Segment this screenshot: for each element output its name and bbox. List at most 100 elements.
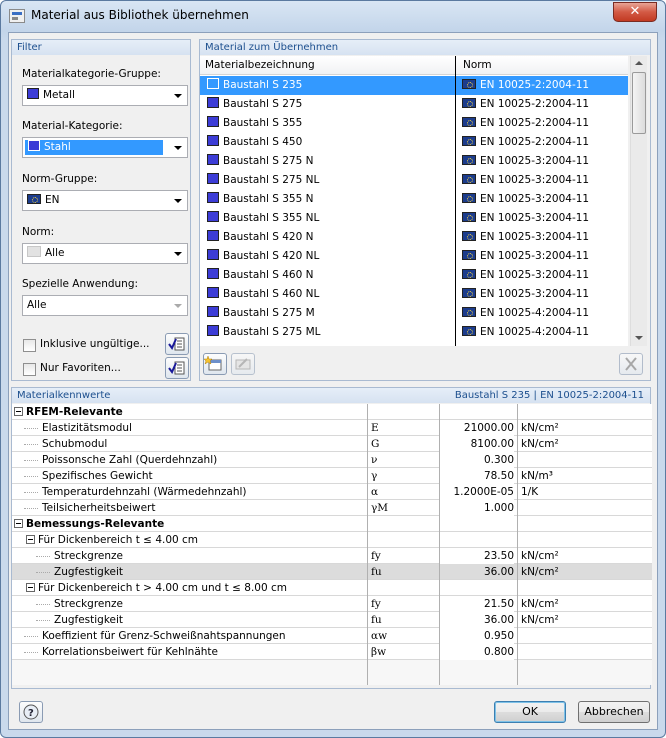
material-row[interactable]: Baustahl S 355 N EN 10025-3:2004-11 (200, 190, 628, 209)
steel-swatch-icon (207, 230, 219, 241)
property-row[interactable]: Zugfestigkeit fu 36.00 kN/cm² (12, 564, 652, 580)
property-row[interactable]: Temperaturdehnzahl (Wärmedehnzahl) α 1.200… (12, 484, 652, 500)
material-row[interactable]: Baustahl S 450 EN 10025-2:2004-11 (200, 133, 628, 152)
material-name: Baustahl S 460 NL (223, 288, 320, 300)
material-name: Baustahl S 275 ML (223, 326, 321, 338)
property-row[interactable]: Streckgrenze fy 21.50 kN/cm² (12, 596, 652, 612)
property-value[interactable]: 21.50 (440, 596, 514, 612)
property-value[interactable]: 0.300 (440, 452, 514, 468)
material-row[interactable]: Baustahl S 275 EN 10025-2:2004-11 (200, 95, 628, 114)
scroll-down-icon[interactable] (635, 336, 643, 340)
property-value[interactable]: 1.2000E-05 (440, 484, 514, 500)
col-header-name[interactable]: Materialbezeichnung (205, 59, 315, 71)
material-name: Baustahl S 460 N (223, 269, 314, 281)
close-button[interactable]: ✕ (613, 2, 657, 22)
property-row[interactable]: Teilsicherheitsbeiwert γM 1.000 (12, 500, 652, 516)
chevron-down-icon (174, 199, 182, 203)
materials-header: Material zum Übernehmen (200, 40, 650, 55)
property-group-row[interactable]: RFEM-Relevante (12, 404, 652, 420)
property-value[interactable]: 23.50 (440, 548, 514, 564)
material-row[interactable]: Baustahl S 420 NL EN 10025-3:2004-11 (200, 247, 628, 266)
eu-flag-icon (462, 155, 476, 165)
materials-pane: Material zum Übernehmen Materialbezeichn… (199, 39, 651, 381)
tree-connector (36, 604, 50, 605)
property-group-row[interactable]: Bemessungs-Relevante (12, 516, 652, 532)
material-name: Baustahl S 275 M (223, 307, 315, 319)
material-norm: EN 10025-2:2004-11 (480, 79, 590, 91)
delete-material-button[interactable] (619, 353, 643, 375)
blank-swatch-icon (27, 246, 41, 257)
material-name: Baustahl S 275 N (223, 155, 314, 167)
property-value[interactable]: 8100.00 (440, 436, 514, 452)
tree-connector (24, 492, 38, 493)
include-invalid-settings-button[interactable] (165, 333, 189, 355)
ok-button[interactable]: OK (494, 701, 566, 723)
property-subgroup-row[interactable]: Für Dickenbereich t > 4.00 cm und t ≤ 8.… (12, 580, 652, 596)
property-unit: kN/cm² (521, 438, 559, 450)
property-row[interactable]: Spezifisches Gewicht γ 78.50 kN/m³ (12, 468, 652, 484)
norm-group-select[interactable]: EN (22, 190, 188, 211)
property-row[interactable]: Poissonsche Zahl (Querdehnzahl) ν 0.300 (12, 452, 652, 468)
property-value[interactable]: 0.950 (440, 628, 514, 644)
col-header-norm[interactable]: Norm (463, 59, 492, 71)
steel-swatch-icon (207, 97, 219, 108)
material-row[interactable]: Baustahl S 355 EN 10025-2:2004-11 (200, 114, 628, 133)
material-row[interactable]: Baustahl S 460 NL EN 10025-3:2004-11 (200, 285, 628, 304)
title-bar[interactable]: Material aus Bibliothek übernehmen ✕ (1, 1, 665, 31)
property-name: Streckgrenze (54, 550, 124, 562)
scroll-thumb[interactable] (632, 72, 646, 134)
help-button[interactable]: ? (19, 701, 43, 723)
material-row[interactable]: Baustahl S 275 N EN 10025-3:2004-11 (200, 152, 628, 171)
material-row[interactable]: Baustahl S 460 N EN 10025-3:2004-11 (200, 266, 628, 285)
eu-flag-icon (462, 269, 476, 279)
category-select[interactable]: Stahl (22, 137, 188, 158)
material-row[interactable]: Baustahl S 275 NL EN 10025-3:2004-11 (200, 171, 628, 190)
tree-connector (36, 572, 50, 573)
edit-material-button[interactable] (231, 353, 255, 375)
material-row[interactable]: Baustahl S 235 EN 10025-2:2004-11 (200, 76, 628, 95)
add-to-library-button[interactable] (203, 353, 227, 375)
property-symbol: γM (371, 502, 389, 514)
property-value[interactable]: 36.00 (440, 564, 514, 580)
material-row[interactable]: Baustahl S 275 M EN 10025-4:2004-11 (200, 304, 628, 323)
property-value[interactable]: 1.000 (440, 500, 514, 516)
property-value[interactable]: 78.50 (440, 468, 514, 484)
property-row[interactable]: Streckgrenze fy 23.50 kN/cm² (12, 548, 652, 564)
tree-connector (24, 444, 38, 445)
property-row[interactable]: Korrelationsbeiwert für Kehlnähte βw 0.800 (12, 644, 652, 660)
property-row[interactable]: Koeffizient für Grenz-Schweißnahtspannun… (12, 628, 652, 644)
collapse-icon[interactable] (14, 519, 23, 528)
property-value[interactable]: 36.00 (440, 612, 514, 628)
column-divider (517, 404, 518, 685)
norm-select[interactable]: Alle (22, 243, 188, 264)
collapse-icon[interactable] (26, 535, 35, 544)
material-row[interactable]: Baustahl S 275 ML EN 10025-4:2004-11 (200, 323, 628, 342)
cancel-button[interactable]: Abbrechen (578, 701, 650, 723)
special-select[interactable]: Alle (22, 295, 188, 316)
category-group-select[interactable]: Metall (22, 85, 188, 106)
scroll-up-icon[interactable] (635, 61, 643, 65)
property-row[interactable]: Elastizitätsmodul E 21000.00 kN/cm² (12, 420, 652, 436)
only-favorites-checkbox[interactable] (23, 363, 36, 376)
materials-scrollbar[interactable] (630, 56, 647, 346)
include-invalid-checkbox[interactable] (23, 339, 36, 352)
property-symbol: fu (371, 566, 382, 578)
eu-flag-icon (462, 307, 476, 317)
material-norm: EN 10025-2:2004-11 (480, 98, 590, 110)
property-row[interactable]: Zugfestigkeit fu 36.00 kN/cm² (12, 612, 652, 628)
property-row[interactable]: Schubmodul G 8100.00 kN/cm² (12, 436, 652, 452)
collapse-icon[interactable] (14, 407, 23, 416)
property-unit: kN/cm² (521, 598, 559, 610)
norm-group-label: Norm-Gruppe: (22, 173, 98, 185)
property-subgroup-row[interactable]: Für Dickenbereich t ≤ 4.00 cm (12, 532, 652, 548)
property-value[interactable]: 21000.00 (440, 420, 514, 436)
collapse-icon[interactable] (26, 583, 35, 592)
property-value[interactable]: 0.800 (440, 644, 514, 660)
material-norm: EN 10025-3:2004-11 (480, 193, 590, 205)
property-name: Korrelationsbeiwert für Kehlnähte (42, 646, 218, 658)
material-norm: EN 10025-2:2004-11 (480, 136, 590, 148)
material-row[interactable]: Baustahl S 355 NL EN 10025-3:2004-11 (200, 209, 628, 228)
favorites-settings-button[interactable] (165, 357, 189, 379)
property-name: Koeffizient für Grenz-Schweißnahtspannun… (42, 630, 286, 642)
material-row[interactable]: Baustahl S 420 N EN 10025-3:2004-11 (200, 228, 628, 247)
